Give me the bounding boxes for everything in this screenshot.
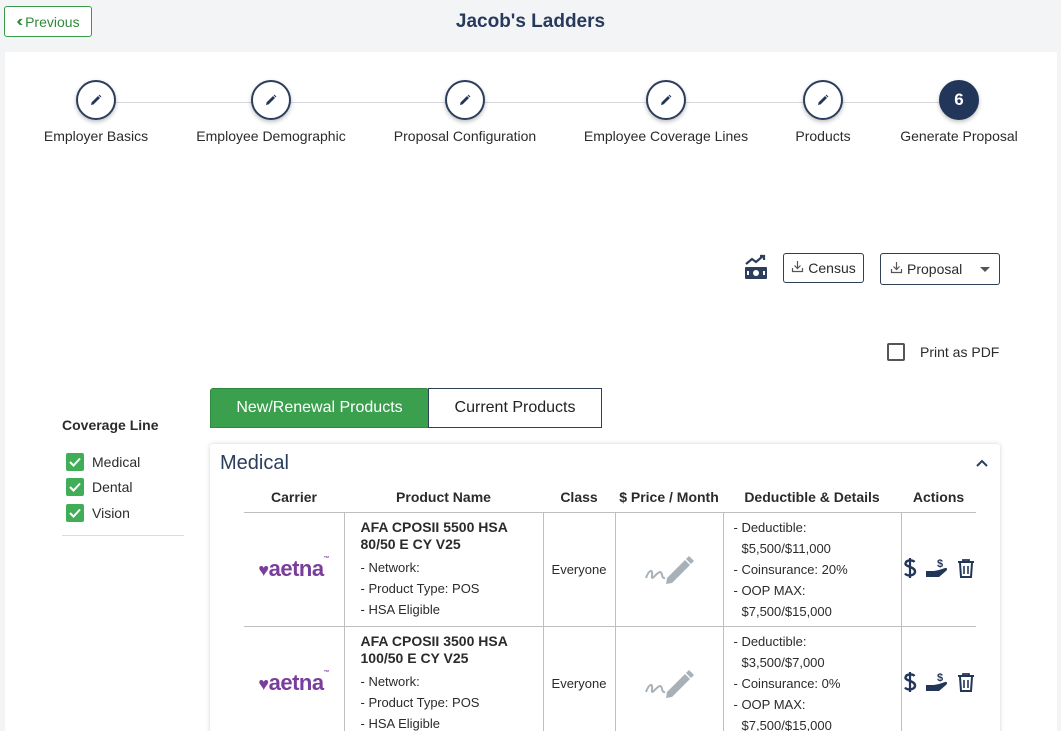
hand-dollar-icon[interactable]: $ <box>925 671 949 696</box>
product-network: - Network: <box>360 673 420 689</box>
pencil-icon <box>251 80 291 120</box>
coverage-line-title: Coverage Line <box>62 417 159 433</box>
step-number: 6 <box>939 80 979 120</box>
svg-text:$: $ <box>937 558 943 570</box>
table-row: ♥aetna™ AFA CPOSII 3500 HSA 100/50 E CY … <box>244 626 976 731</box>
page-title: Jacob's Ladders <box>455 11 606 32</box>
carrier-cell: ♥aetna™ <box>244 626 344 731</box>
deductible-value: $3,500/$7,000 <box>741 654 825 670</box>
divider <box>62 535 184 536</box>
product-cell: AFA CPOSII 3500 HSA 100/50 E CY V25 - Ne… <box>343 626 543 731</box>
aetna-logo: ♥aetna™ <box>258 556 330 581</box>
coverage-medical[interactable]: Medical <box>66 453 140 471</box>
product-hsa: - HSA Eligible <box>360 715 440 731</box>
product-type: - Product Type: POS <box>360 694 480 710</box>
step-proposal-configuration[interactable]: Proposal Configuration <box>355 80 575 144</box>
carrier-cell: ♥aetna™ <box>244 512 344 627</box>
oop-value: $7,500/$15,000 <box>741 603 832 619</box>
column-header: Carrier <box>244 482 344 513</box>
coinsurance: - Coinsurance: 20% <box>733 561 848 577</box>
step-label: Employee Demographic <box>196 128 346 144</box>
deductible-label: - Deductible: <box>733 633 807 649</box>
tab-new-renewal-products[interactable]: New/Renewal Products <box>210 388 429 428</box>
download-icon <box>890 261 903 277</box>
pencil-icon <box>803 80 843 120</box>
product-name: AFA CPOSII 5500 HSA 80/50 E CY V25 <box>360 518 508 552</box>
column-header: Actions <box>901 482 976 513</box>
product-network: - Network: <box>360 559 420 575</box>
proposal-label: Proposal <box>907 261 963 277</box>
column-header: Class <box>543 482 615 513</box>
actions-cell: $ <box>900 512 976 627</box>
class-cell: Everyone <box>542 512 615 627</box>
dollar-icon[interactable] <box>903 557 917 582</box>
coverage-dental[interactable]: Dental <box>66 478 132 496</box>
coverage-label: Vision <box>92 505 130 521</box>
oop-label: - OOP MAX: <box>733 696 806 712</box>
product-hsa: - HSA Eligible <box>360 601 440 617</box>
products-table: Carrier Product Name Class $ Price / Mon… <box>244 482 976 731</box>
download-icon <box>791 260 804 276</box>
price-cell[interactable] <box>614 626 723 731</box>
signature-pen-icon[interactable] <box>643 555 695 587</box>
deductible-cell: - Deductible: $5,500/$11,000 - Coinsuran… <box>722 512 901 627</box>
signature-pen-icon[interactable] <box>643 669 695 701</box>
trash-icon[interactable] <box>957 558 975 581</box>
class-cell: Everyone <box>542 626 615 731</box>
table-row: ♥aetna™ AFA CPOSII 5500 HSA 80/50 E CY V… <box>244 512 976 627</box>
coverage-label: Medical <box>92 454 141 470</box>
price-cell[interactable] <box>614 512 723 627</box>
hand-dollar-icon[interactable]: $ <box>925 557 949 582</box>
deductible-cell: - Deductible: $3,500/$7,000 - Coinsuranc… <box>722 626 901 731</box>
chevron-up-icon[interactable] <box>976 454 988 467</box>
column-header: Product Name <box>344 482 543 513</box>
print-pdf-label: Print as PDF <box>920 344 1000 360</box>
actions-cell: $ <box>900 626 976 731</box>
product-name: AFA CPOSII 3500 HSA 100/50 E CY V25 <box>360 632 508 666</box>
column-header: $ Price / Month <box>615 482 723 513</box>
checkbox-checked-icon[interactable] <box>66 504 84 522</box>
column-header: Deductible & Details <box>723 482 901 513</box>
coverage-vision[interactable]: Vision <box>66 504 130 522</box>
deductible-label: - Deductible: <box>733 519 807 535</box>
step-employee-demographic[interactable]: Employee Demographic <box>161 80 381 144</box>
caret-down-icon <box>980 267 990 272</box>
step-generate-proposal[interactable]: 6 Generate Proposal <box>849 80 1061 144</box>
pencil-icon <box>445 80 485 120</box>
chart-money-icon[interactable] <box>742 254 770 282</box>
proposal-download-dropdown[interactable]: Proposal <box>880 253 1000 285</box>
step-label: Proposal Configuration <box>393 128 537 144</box>
coverage-label: Dental <box>92 479 133 495</box>
table-header-row: Carrier Product Name Class $ Price / Mon… <box>244 482 976 513</box>
coinsurance: - Coinsurance: 0% <box>733 675 841 691</box>
dollar-icon[interactable] <box>903 671 917 696</box>
product-type: - Product Type: POS <box>360 580 480 596</box>
checkbox-checked-icon[interactable] <box>66 453 84 471</box>
main-panel: Employer Basics Employee Demographic Pro… <box>5 52 1057 731</box>
svg-text:$: $ <box>937 672 943 684</box>
step-label: Generate Proposal <box>900 128 1018 144</box>
pencil-icon <box>646 80 686 120</box>
aetna-logo: ♥aetna™ <box>258 670 330 695</box>
census-download-button[interactable]: Census <box>783 253 864 283</box>
census-label: Census <box>808 260 856 276</box>
oop-value: $7,500/$15,000 <box>741 717 832 731</box>
medical-section-card: Medical Carrier Product Name Class $ Pri… <box>210 444 1000 731</box>
pencil-icon <box>76 80 116 120</box>
deductible-value: $5,500/$11,000 <box>741 540 831 556</box>
tab-current-products[interactable]: Current Products <box>428 388 602 428</box>
section-title: Medical <box>220 452 289 474</box>
checkbox-checked-icon[interactable] <box>66 478 84 496</box>
product-cell: AFA CPOSII 5500 HSA 80/50 E CY V25 - Net… <box>343 512 543 627</box>
oop-label: - OOP MAX: <box>733 582 806 598</box>
print-pdf-checkbox[interactable] <box>887 343 905 361</box>
trash-icon[interactable] <box>957 672 975 695</box>
